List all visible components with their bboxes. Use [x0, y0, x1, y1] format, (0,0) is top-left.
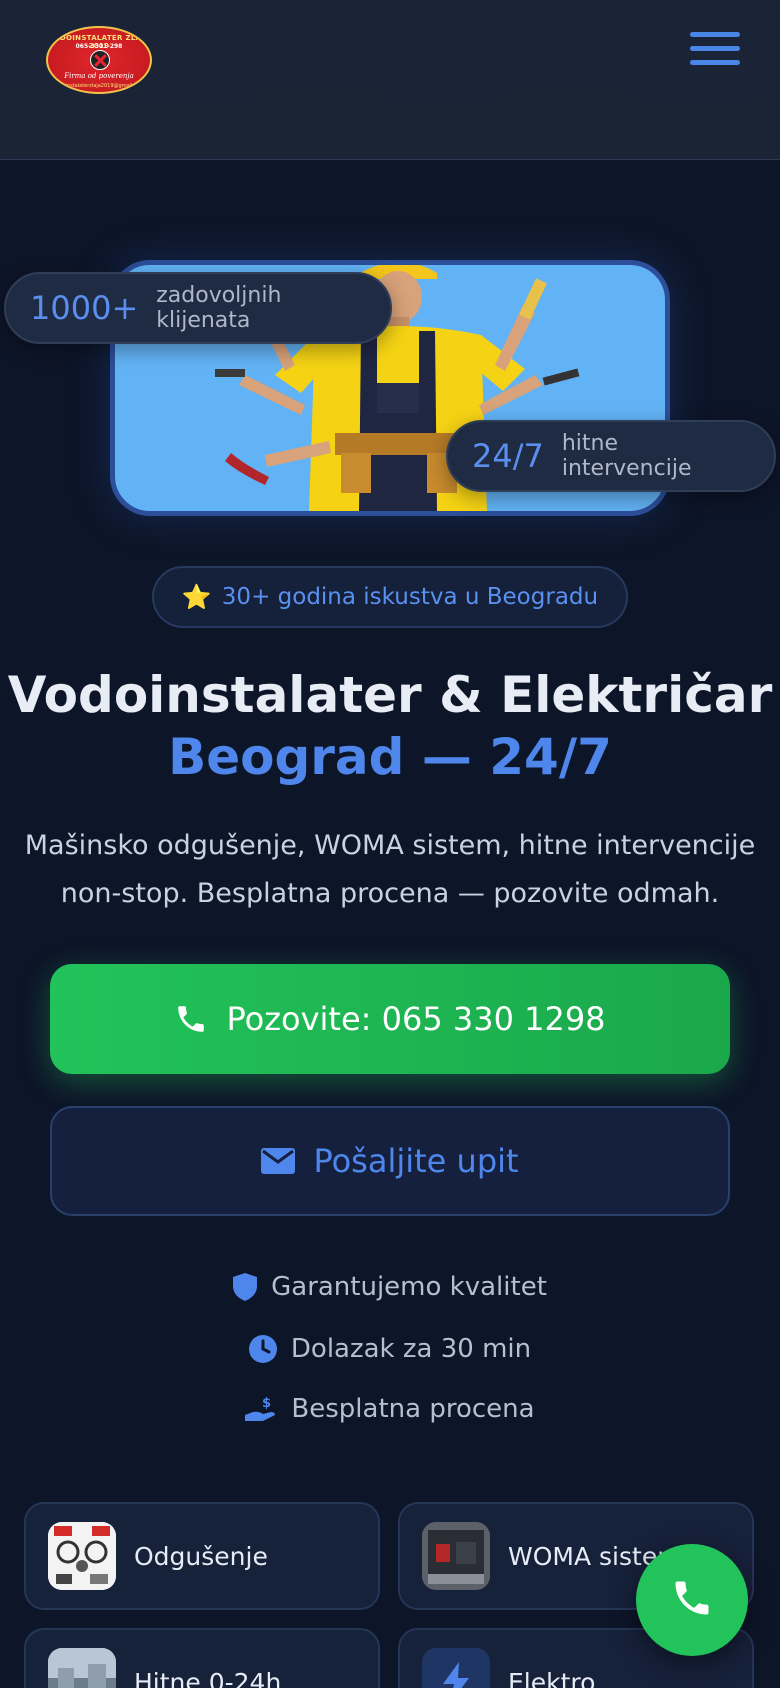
- envelope-icon: [261, 1148, 296, 1174]
- stat-hours-pill: 24/7 hitne intervencije: [446, 420, 776, 492]
- feature-quality: Garantujemo kvalitet: [0, 1272, 780, 1302]
- send-inquiry-button[interactable]: Pošaljite upit: [50, 1106, 730, 1216]
- page-title-line1: Vodoinstalater & Električar: [7, 666, 773, 724]
- site-header: VODOINSTALATER ZLAJA 2019 065-3301-298 F…: [0, 0, 780, 160]
- hero-subtitle: Mašinsko odgušenje, WOMA sistem, hitne i…: [24, 830, 756, 909]
- stat-clients-pill: 1000+ zadovoljnih klijenata: [4, 272, 392, 344]
- stat-hours-label: hitne intervencije: [561, 431, 692, 481]
- service-card-hitne[interactable]: Hitne 0-24h: [24, 1628, 380, 1688]
- feature-estimate-label: Besplatna procena: [291, 1394, 535, 1424]
- feature-estimate: $ Besplatna procena: [0, 1394, 780, 1424]
- company-logo[interactable]: VODOINSTALATER ZLAJA 2019 065-3301-298 F…: [46, 26, 152, 94]
- service-label-hitne: Hitne 0-24h: [134, 1667, 282, 1688]
- logo-slogan: Firma od poverenja: [64, 72, 134, 80]
- call-button-label: Pozovite: 065 330 1298: [226, 1000, 606, 1038]
- hamburger-menu-icon[interactable]: [690, 30, 742, 70]
- logo-mail: vodoinstalaterzlaja2019@gmail.com: [53, 83, 145, 89]
- service-label-odgusenje: Odgušenje: [134, 1541, 268, 1571]
- stat-hours-number: 24/7: [472, 437, 544, 475]
- service-card-odgusenje[interactable]: Odgušenje: [24, 1502, 380, 1610]
- send-inquiry-label: Pošaljite upit: [313, 1142, 519, 1180]
- lightning-icon: [422, 1648, 490, 1688]
- clock-icon: [248, 1335, 277, 1363]
- logo-tools-icon: [90, 50, 110, 70]
- shield-icon: [233, 1273, 258, 1301]
- feature-arrival: Dolazak za 30 min: [0, 1334, 780, 1364]
- star-icon: ⭐: [181, 583, 212, 611]
- feature-arrival-label: Dolazak za 30 min: [290, 1334, 532, 1364]
- svg-text:$: $: [262, 1396, 271, 1411]
- feature-quality-label: Garantujemo kvalitet: [271, 1272, 547, 1302]
- service-thumb-hitne: [48, 1648, 116, 1688]
- phone-icon: [670, 1576, 714, 1624]
- service-thumb-odgusenje: [48, 1522, 116, 1590]
- stat-clients-number: 1000+: [30, 289, 139, 327]
- logo-phone: 065-3301-298: [75, 43, 123, 50]
- service-thumb-woma: [422, 1522, 490, 1590]
- experience-badge: ⭐ 30+ godina iskustva u Beogradu: [152, 566, 628, 628]
- call-button[interactable]: Pozovite: 065 330 1298: [50, 964, 730, 1074]
- floating-call-button[interactable]: [636, 1544, 748, 1656]
- service-label-elektro: Elektro: [508, 1667, 596, 1688]
- phone-icon: [174, 1002, 208, 1036]
- page-title: Vodoinstalater & Električar Beograd — 24…: [0, 664, 780, 788]
- stat-clients-label: zadovoljnih klijenata: [156, 283, 282, 333]
- experience-badge-text: 30+ godina iskustva u Beogradu: [221, 584, 599, 610]
- page-title-line2: Beograd — 24/7: [168, 728, 612, 786]
- hand-dollar-icon: $: [245, 1395, 277, 1423]
